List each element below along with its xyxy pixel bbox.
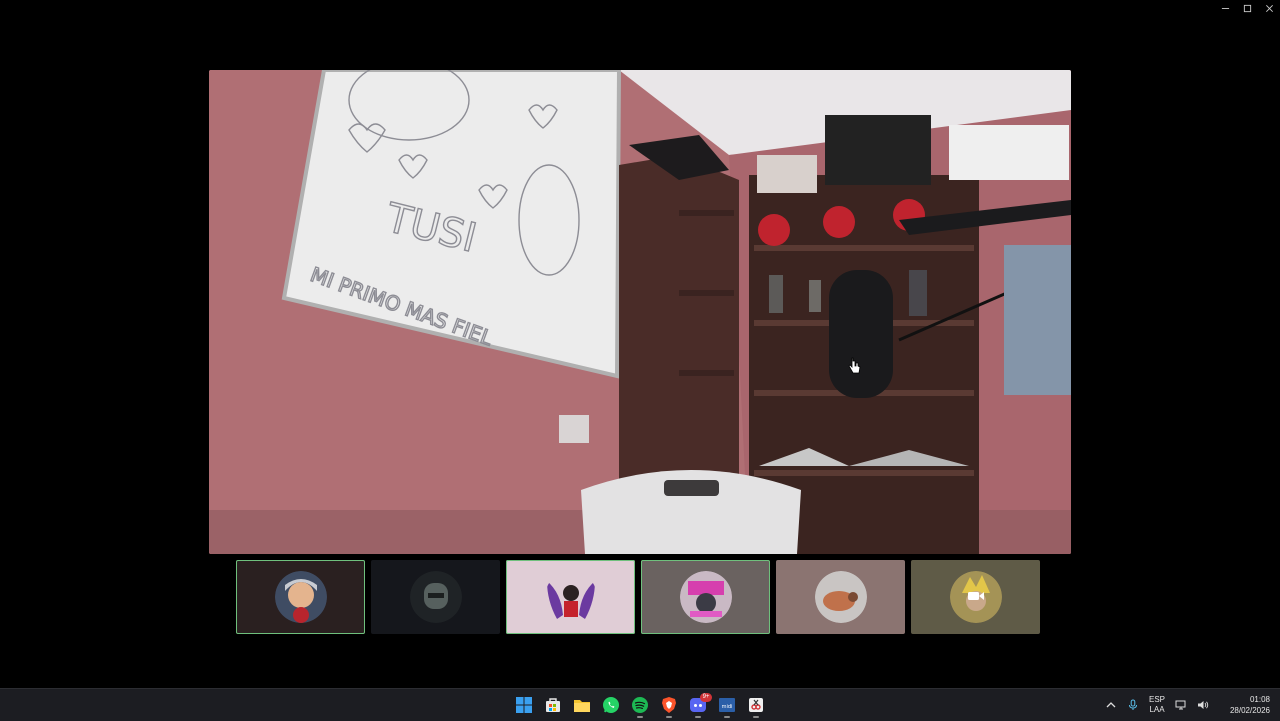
volume-tray-button[interactable] bbox=[1192, 691, 1214, 719]
snipping-tool-icon bbox=[749, 698, 763, 712]
close-icon bbox=[1265, 4, 1273, 12]
participant-tile[interactable] bbox=[506, 560, 635, 634]
running-indicator bbox=[753, 716, 759, 718]
mouse-cursor-icon bbox=[848, 357, 861, 374]
taskbar-brave[interactable] bbox=[657, 691, 681, 719]
show-hidden-icons-button[interactable] bbox=[1100, 691, 1122, 719]
taskbar-start[interactable] bbox=[512, 691, 536, 719]
clock-date: 28/02/2026 bbox=[1229, 706, 1270, 715]
microphone-tray-button[interactable] bbox=[1122, 691, 1144, 719]
minimize-button[interactable] bbox=[1214, 0, 1236, 16]
running-indicator bbox=[666, 716, 672, 718]
participant-tile[interactable] bbox=[776, 560, 905, 634]
maximize-icon bbox=[1243, 4, 1251, 12]
system-tray: ESP LAA 01:08 28/02/2026 bbox=[1100, 689, 1280, 721]
video-camera-icon bbox=[968, 592, 984, 600]
participant-tile[interactable] bbox=[911, 560, 1040, 634]
close-button[interactable] bbox=[1258, 0, 1280, 16]
taskbar: 9+ midi ESP LAA 01:08 28/02/2026 bbox=[0, 688, 1280, 721]
running-indicator bbox=[724, 716, 730, 718]
media-app-icon: midi bbox=[719, 698, 735, 712]
taskbar-store[interactable] bbox=[541, 691, 565, 719]
window-controls bbox=[1214, 0, 1280, 16]
collage-avatar bbox=[679, 571, 732, 623]
anime-character-avatar bbox=[274, 571, 327, 623]
minimize-icon bbox=[1221, 7, 1229, 9]
taskbar-discord[interactable]: 9+ bbox=[686, 691, 712, 719]
main-video-feed[interactable]: TUSI MI PRIMO MAS FIEL bbox=[209, 70, 1071, 554]
speaker-icon bbox=[1198, 701, 1209, 709]
media-app-label: midi bbox=[722, 704, 733, 710]
notification-badge: 9+ bbox=[700, 693, 712, 702]
maximize-button[interactable] bbox=[1236, 0, 1258, 16]
participant-tile[interactable] bbox=[371, 560, 500, 634]
chevron-up-icon bbox=[1106, 702, 1116, 708]
participant-tile[interactable] bbox=[236, 560, 365, 634]
clock-time: 01:08 bbox=[1249, 695, 1270, 704]
microphone-icon bbox=[1129, 699, 1137, 710]
participant-tile[interactable] bbox=[641, 560, 770, 634]
taskbar-spotify[interactable] bbox=[628, 691, 652, 719]
spotify-icon bbox=[632, 697, 648, 713]
helmet-character-avatar bbox=[409, 571, 462, 623]
camera-scene: TUSI MI PRIMO MAS FIEL bbox=[209, 70, 1071, 554]
taskbar-snipping-tool[interactable] bbox=[744, 691, 768, 719]
participant-strip bbox=[236, 560, 1040, 635]
language-indicator[interactable]: ESP LAA bbox=[1144, 691, 1170, 719]
taskbar-media-app[interactable]: midi bbox=[715, 691, 739, 719]
windows-start-icon bbox=[516, 697, 532, 713]
running-indicator bbox=[637, 716, 643, 718]
taskbar-apps: 9+ midi bbox=[512, 689, 768, 721]
winged-character-avatar bbox=[544, 571, 597, 623]
brave-icon bbox=[662, 697, 676, 713]
network-icon bbox=[1175, 700, 1186, 710]
network-tray-button[interactable] bbox=[1170, 691, 1192, 719]
animal-photo-avatar bbox=[814, 571, 867, 623]
running-indicator bbox=[695, 716, 701, 718]
taskbar-whatsapp[interactable] bbox=[599, 691, 623, 719]
store-icon bbox=[546, 698, 560, 712]
keyboard-layout: LAA bbox=[1149, 705, 1165, 714]
language-code: ESP bbox=[1148, 695, 1165, 704]
taskbar-file-explorer[interactable] bbox=[570, 691, 594, 719]
whatsapp-icon bbox=[603, 697, 619, 713]
folder-icon bbox=[574, 700, 590, 712]
clock[interactable]: 01:08 28/02/2026 bbox=[1214, 691, 1280, 719]
